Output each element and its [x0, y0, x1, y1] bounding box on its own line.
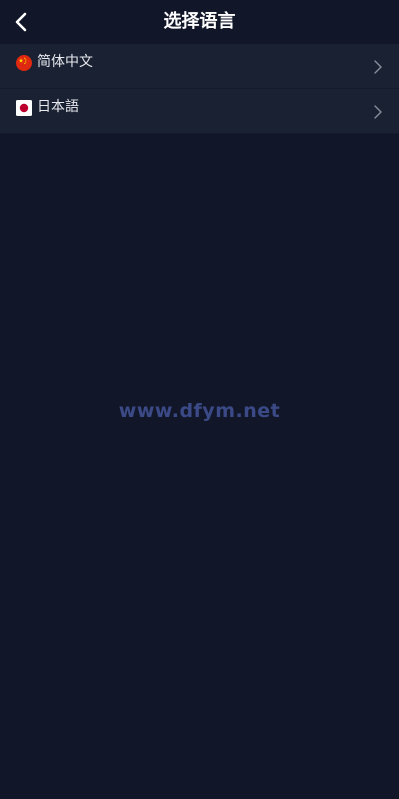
watermark-text: www.dfym.net [118, 400, 281, 422]
language-select-screen: 选择语言 简体中文 日本語 www.dfym.net [0, 0, 399, 799]
china-flag-icon [16, 55, 32, 71]
chevron-right-icon [374, 60, 382, 74]
language-label: 简体中文 [37, 54, 93, 70]
page-title: 选择语言 [163, 11, 236, 32]
language-item-japanese[interactable]: 日本語 [0, 89, 399, 134]
language-item-chinese[interactable]: 简体中文 [0, 44, 399, 89]
language-label: 日本語 [37, 99, 79, 115]
top-bar: 选择语言 [0, 0, 399, 44]
language-list: 简体中文 日本語 [0, 44, 399, 134]
chevron-right-icon [374, 105, 382, 119]
japan-flag-icon [16, 100, 32, 116]
